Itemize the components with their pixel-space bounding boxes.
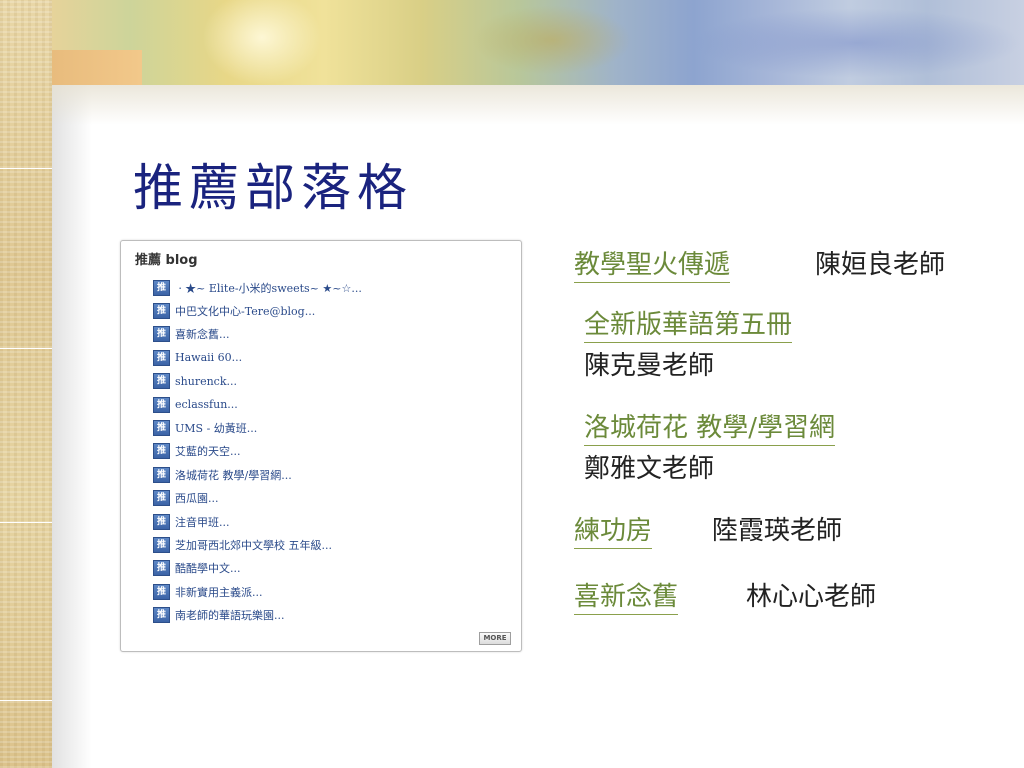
list-item-label: 艾藍的天空... xyxy=(175,445,241,459)
blog-badge-icon: 推 xyxy=(153,490,170,507)
blog-badge-icon: 推 xyxy=(153,607,170,624)
list-item-label: 西瓜園... xyxy=(175,492,219,506)
list-item[interactable]: 推非新實用主義派... xyxy=(153,580,362,603)
banner-flowers xyxy=(692,8,1022,78)
banner-leaf xyxy=(472,5,632,75)
blog-badge-icon: 推 xyxy=(153,373,170,390)
blog-badge-icon: 推 xyxy=(153,420,170,437)
strip-seam xyxy=(0,522,52,523)
list-item-label: UMS - 幼黃班... xyxy=(175,422,258,436)
list-item[interactable]: 推 Hawaii 60... xyxy=(153,346,362,369)
list-item-label: 喜新念舊... xyxy=(175,328,230,342)
list-item[interactable]: 推洛城荷花 教學/學習網... xyxy=(153,463,362,486)
list-item-label: eclassfun... xyxy=(175,398,238,412)
strip-seam xyxy=(0,168,52,169)
strip-seam xyxy=(0,700,52,701)
blog-badge-icon: 推 xyxy=(153,560,170,577)
list-item-label: 注音甲班... xyxy=(175,515,230,529)
left-shadow xyxy=(52,85,92,768)
list-item[interactable]: 推 shurenck... xyxy=(153,370,362,393)
link-chinese-book-five[interactable]: 全新版華語第五冊 xyxy=(584,311,793,343)
widget-title: 推薦 blog xyxy=(135,253,198,268)
teacher-name: 鄭雅文老師 xyxy=(584,454,715,484)
blog-badge-icon: 推 xyxy=(153,513,170,530)
link-teaching-torch[interactable]: 教學聖火傳遞 xyxy=(574,251,731,283)
banner-fade xyxy=(52,85,1024,125)
blog-badge-icon: 推 xyxy=(153,279,170,296)
blog-badge-icon: 推 xyxy=(153,349,170,366)
teacher-name: 林心心老師 xyxy=(746,582,877,612)
list-item[interactable]: 推酷酷學中文... xyxy=(153,557,362,580)
list-item-label: 芝加哥西北郊中文學校 五年級... xyxy=(175,538,332,552)
list-item[interactable]: 推中巴文化中心-Tere@blog... xyxy=(153,299,362,322)
list-item-label: 南老師的華語玩樂園... xyxy=(175,609,285,623)
link-lotus-learning-net[interactable]: 洛城荷花 教學/學習網 xyxy=(584,414,836,446)
list-item[interactable]: 推 eclassfun... xyxy=(153,393,362,416)
list-item-label: Hawaii 60... xyxy=(175,351,243,365)
blog-badge-icon: 推 xyxy=(153,443,170,460)
blog-badge-icon: 推 xyxy=(153,396,170,413)
banner-accent xyxy=(52,50,142,85)
list-item-label: shurenck... xyxy=(175,374,237,388)
link-new-and-old[interactable]: 喜新念舊 xyxy=(574,583,679,615)
page-title: 推薦部落格 xyxy=(133,159,413,217)
list-item-label: 中巴文化中心-Tere@blog... xyxy=(175,305,316,319)
list-item[interactable]: 推艾藍的天空... xyxy=(153,440,362,463)
teacher-name: 陸霞瑛老師 xyxy=(712,516,843,546)
list-item-label: 酷酷學中文... xyxy=(175,562,241,576)
blog-badge-icon: 推 xyxy=(153,303,170,320)
banner-leaf xyxy=(202,0,322,85)
more-button[interactable]: MORE xyxy=(479,632,511,645)
teacher-name: 陳克曼老師 xyxy=(584,351,715,381)
list-item-label: 非新實用主義派... xyxy=(175,585,263,599)
list-item-label: 洛城荷花 教學/學習網... xyxy=(175,468,292,482)
blog-badge-icon: 推 xyxy=(153,583,170,600)
blog-widget: 推薦 blog 推ㆍ★~ Elite-小米的sweets~ ★~☆... 推中巴… xyxy=(120,240,522,652)
list-item[interactable]: 推喜新念舊... xyxy=(153,323,362,346)
list-item[interactable]: 推芝加哥西北郊中文學校 五年級... xyxy=(153,533,362,556)
list-item[interactable]: 推西瓜園... xyxy=(153,487,362,510)
blog-badge-icon: 推 xyxy=(153,466,170,483)
list-item[interactable]: 推 UMS - 幼黃班... xyxy=(153,416,362,439)
list-item[interactable]: 推注音甲班... xyxy=(153,510,362,533)
widget-list: 推ㆍ★~ Elite-小米的sweets~ ★~☆... 推中巴文化中心-Ter… xyxy=(153,276,362,627)
list-item[interactable]: 推ㆍ★~ Elite-小米的sweets~ ★~☆... xyxy=(153,276,362,299)
link-practice-room[interactable]: 練功房 xyxy=(574,517,653,549)
top-banner xyxy=(52,0,1024,85)
list-item-label: ㆍ★~ Elite-小米的sweets~ ★~☆... xyxy=(175,281,362,295)
blog-badge-icon: 推 xyxy=(153,326,170,343)
left-decorative-strip xyxy=(0,0,52,768)
list-item[interactable]: 推南老師的華語玩樂園... xyxy=(153,603,362,626)
teacher-name: 陳姮良老師 xyxy=(815,250,946,280)
strip-seam xyxy=(0,348,52,349)
blog-badge-icon: 推 xyxy=(153,536,170,553)
